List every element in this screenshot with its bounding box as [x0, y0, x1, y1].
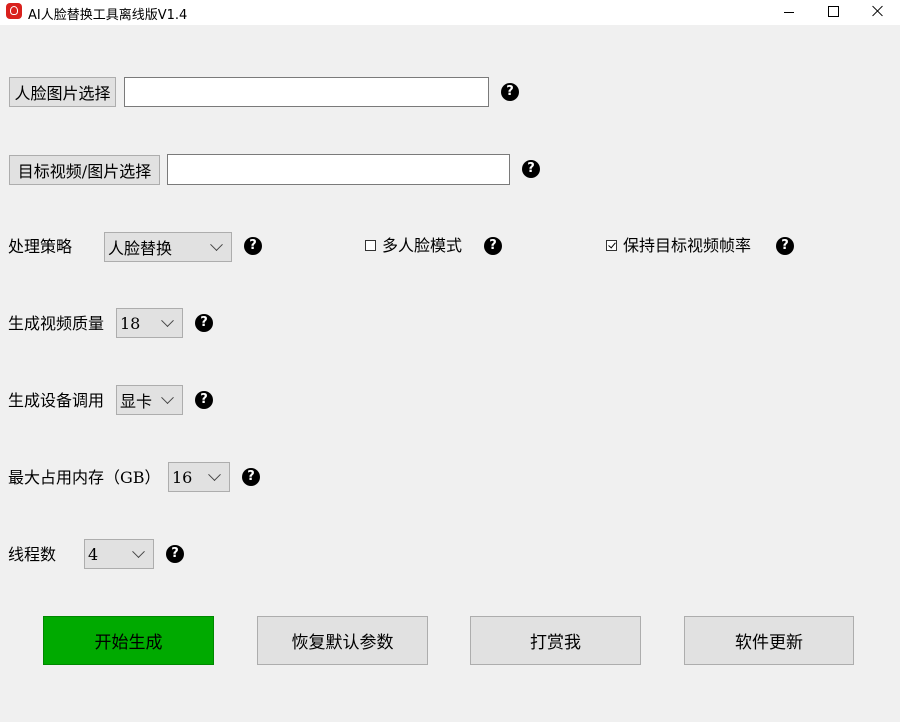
quality-select[interactable]: 18: [116, 308, 183, 338]
reset-defaults-button[interactable]: 恢复默认参数: [257, 616, 428, 665]
memory-select[interactable]: 16: [168, 462, 230, 492]
title-bar: AI人脸替换工具离线版V1.4: [0, 0, 900, 25]
close-button[interactable]: [855, 0, 900, 22]
multi-face-label: 多人脸模式: [382, 236, 463, 255]
threads-select[interactable]: 4: [84, 539, 154, 569]
keep-fps-help-icon[interactable]: ?: [776, 237, 794, 255]
quality-selected-value: 18: [120, 313, 141, 333]
strategy-selected-value: 人脸替换: [108, 239, 173, 258]
maximize-icon: [827, 5, 839, 17]
minimize-button[interactable]: [766, 0, 812, 22]
face-image-path-input[interactable]: [124, 77, 489, 107]
app-icon: [6, 3, 22, 19]
chevron-down-icon: [210, 237, 223, 251]
threads-help-icon[interactable]: ?: [166, 545, 184, 563]
reward-button[interactable]: 打赏我: [470, 616, 641, 665]
device-select[interactable]: 显卡: [116, 385, 183, 415]
start-generate-button[interactable]: 开始生成: [43, 616, 214, 665]
face-image-help-icon[interactable]: ?: [501, 83, 519, 101]
chevron-down-icon: [161, 390, 174, 404]
quality-help-icon[interactable]: ?: [195, 314, 213, 332]
minimize-icon: [784, 11, 794, 13]
strategy-select[interactable]: 人脸替换: [104, 232, 232, 262]
device-label: 生成设备调用: [8, 391, 105, 410]
multi-face-checkbox[interactable]: [365, 240, 376, 251]
target-help-icon[interactable]: ?: [522, 160, 540, 178]
keep-fps-checkbox[interactable]: [606, 240, 617, 251]
face-image-select-button[interactable]: 人脸图片选择: [9, 77, 116, 107]
window-title: AI人脸替换工具离线版V1.4: [28, 8, 188, 23]
quality-label: 生成视频质量: [8, 314, 105, 333]
chevron-down-icon: [208, 467, 221, 481]
device-selected-value: 显卡: [120, 392, 153, 411]
memory-help-icon[interactable]: ?: [242, 468, 260, 486]
device-help-icon[interactable]: ?: [195, 391, 213, 409]
memory-label: 最大占用内存（GB）: [8, 468, 161, 487]
maximize-button[interactable]: [810, 0, 856, 22]
software-update-button[interactable]: 软件更新: [684, 616, 854, 665]
target-path-input[interactable]: [167, 154, 510, 185]
chevron-down-icon: [132, 544, 145, 558]
close-icon: [872, 5, 884, 17]
strategy-label: 处理策略: [8, 237, 73, 256]
threads-label: 线程数: [8, 545, 57, 564]
threads-selected-value: 4: [88, 544, 99, 564]
multi-face-help-icon[interactable]: ?: [484, 237, 502, 255]
memory-selected-value: 16: [172, 467, 193, 487]
target-select-button[interactable]: 目标视频/图片选择: [9, 155, 160, 185]
chevron-down-icon: [161, 313, 174, 327]
keep-fps-label: 保持目标视频帧率: [623, 236, 752, 255]
strategy-help-icon[interactable]: ?: [244, 237, 262, 255]
